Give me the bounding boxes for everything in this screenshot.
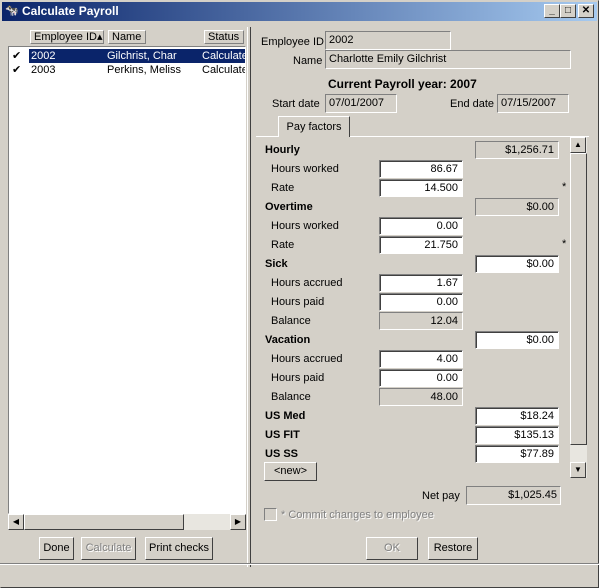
scroll-left-button[interactable]: ◀ xyxy=(8,514,24,530)
restore-button[interactable]: Restore xyxy=(428,537,478,560)
employee-list[interactable]: ✔ 2002 Gilchrist, Char Calculate ✔ 2003 P… xyxy=(8,46,246,514)
end-date-field: 07/15/2007 xyxy=(497,94,569,113)
factor-value-input[interactable]: 21.750 xyxy=(379,236,463,254)
list-row[interactable]: ✔ 2003 Perkins, Meliss Calculate xyxy=(9,63,245,77)
name-cell: Perkins, Meliss xyxy=(107,64,181,76)
factor-label: Balance xyxy=(271,315,311,327)
name-label: Name xyxy=(293,55,323,67)
start-date-field: 07/01/2007 xyxy=(325,94,397,113)
column-header-employee-id[interactable]: Employee ID▴ xyxy=(30,30,104,44)
factor-group-label: US Med xyxy=(265,410,306,422)
start-date-label: Start date xyxy=(272,98,320,110)
name-cell: Gilchrist, Char xyxy=(107,49,177,63)
print-checks-button[interactable]: Print checks xyxy=(145,537,213,560)
commit-label: * Commit changes to employee xyxy=(281,509,434,521)
factor-group-label: Hourly xyxy=(265,144,300,156)
minimize-button[interactable]: _ xyxy=(544,4,560,18)
payroll-year-title: Current Payroll year: 2007 xyxy=(328,77,477,91)
factor-value-input[interactable]: 0.00 xyxy=(379,217,463,235)
end-date-label: End date xyxy=(450,98,495,110)
scroll-thumb[interactable] xyxy=(570,153,587,445)
name-field: Charlotte Emily Gilchrist xyxy=(325,50,571,69)
scroll-right-button[interactable]: ▶ xyxy=(230,514,246,530)
scroll-down-button[interactable]: ▼ xyxy=(570,462,586,478)
factor-value-input: 48.00 xyxy=(379,388,463,406)
column-header-status[interactable]: Status xyxy=(204,30,244,44)
check-icon: ✔ xyxy=(12,50,22,62)
sort-asc-icon: ▴ xyxy=(96,31,103,43)
factor-value-input[interactable]: 1.67 xyxy=(379,274,463,292)
status-cell: Calculate xyxy=(202,64,246,76)
scroll-thumb[interactable] xyxy=(24,514,184,530)
close-button[interactable]: ✕ xyxy=(578,4,594,18)
divider xyxy=(0,563,599,565)
scroll-up-button[interactable]: ▲ xyxy=(570,137,586,153)
factor-value-input[interactable]: 0.00 xyxy=(379,369,463,387)
factor-label: Hours paid xyxy=(271,372,325,384)
factor-value-input[interactable]: 4.00 xyxy=(379,350,463,368)
factor-group-label: US SS xyxy=(265,448,299,460)
title-bar: 🐄 Calculate Payroll xyxy=(2,2,597,21)
factor-group-label: Overtime xyxy=(265,201,313,213)
status-cell: Calculate xyxy=(202,49,246,63)
splitter[interactable] xyxy=(247,27,251,567)
factor-label: Hours accrued xyxy=(271,353,343,365)
employee-id-cell: 2003 xyxy=(31,64,56,76)
window-title: Calculate Payroll xyxy=(22,4,119,18)
factor-group-label: Sick xyxy=(265,258,288,270)
commit-checkbox[interactable] xyxy=(264,508,277,521)
ok-button[interactable]: OK xyxy=(366,537,418,560)
factor-label: Hours paid xyxy=(271,296,325,308)
check-icon: ✔ xyxy=(12,64,22,76)
factor-total-field[interactable]: $0.00 xyxy=(475,331,559,349)
calculate-button[interactable]: Calculate xyxy=(81,537,136,560)
factor-label: Rate xyxy=(271,239,295,251)
net-pay-field: $1,025.45 xyxy=(466,486,561,505)
horizontal-scrollbar[interactable]: ◀ ▶ xyxy=(8,514,246,530)
header-label: Employee ID xyxy=(34,31,97,43)
employee-id-field: 2002 xyxy=(325,31,451,50)
net-pay-label: Net pay xyxy=(422,490,460,502)
factor-total-field[interactable]: $135.13 xyxy=(475,426,559,444)
factor-group-label: US FIT xyxy=(265,429,300,441)
app-icon: 🐄 xyxy=(5,5,19,17)
new-factor-button[interactable]: <new> xyxy=(264,462,317,481)
factor-label: Hours worked xyxy=(271,163,339,175)
factor-total-field: $1,256.71 xyxy=(475,141,559,159)
tab-pay-factors[interactable]: Pay factors xyxy=(278,116,350,137)
column-header-name[interactable]: Name xyxy=(108,30,146,44)
factor-total-field[interactable]: $18.24 xyxy=(475,407,559,425)
factor-label: Balance xyxy=(271,391,311,403)
factor-value-input: 12.04 xyxy=(379,312,463,330)
required-marker: * xyxy=(562,181,567,193)
maximize-button[interactable]: □ xyxy=(560,4,576,18)
done-button[interactable]: Done xyxy=(39,537,74,560)
factor-label: Rate xyxy=(271,182,295,194)
factor-label: Hours worked xyxy=(271,220,339,232)
employee-id-label: Employee ID xyxy=(261,36,324,48)
factor-value-input[interactable]: 0.00 xyxy=(379,293,463,311)
factor-total-field: $0.00 xyxy=(475,198,559,216)
required-marker: * xyxy=(562,238,567,250)
factor-label: Hours accrued xyxy=(271,277,343,289)
list-row[interactable]: ✔ 2002 Gilchrist, Char Calculate xyxy=(9,49,245,63)
factor-value-input[interactable]: 14.500 xyxy=(379,179,463,197)
vertical-scrollbar[interactable]: ▲ ▼ xyxy=(570,137,587,478)
factor-group-label: Vacation xyxy=(265,334,311,346)
factor-total-field[interactable]: $0.00 xyxy=(475,255,559,273)
factor-value-input[interactable]: 86.67 xyxy=(379,160,463,178)
factor-total-field[interactable]: $77.89 xyxy=(475,445,559,463)
